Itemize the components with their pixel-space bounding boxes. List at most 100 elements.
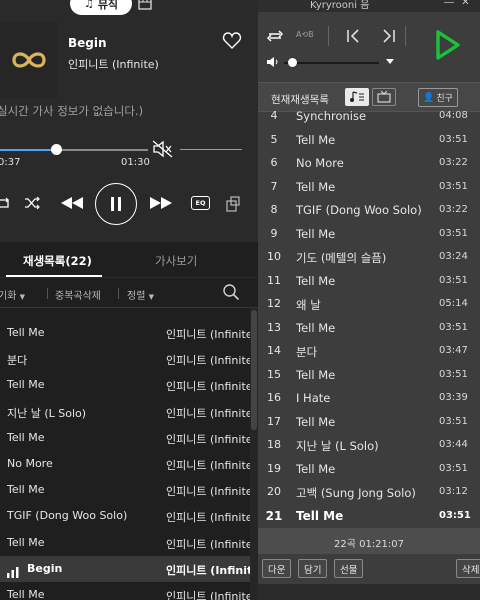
track-row[interactable]: 9 Tell Me 03:51 bbox=[258, 223, 480, 246]
track-duration: 03:51 bbox=[439, 227, 468, 239]
track-duration: 03:47 bbox=[439, 345, 468, 356]
init-menu[interactable]: 기화 ▼ bbox=[0, 287, 25, 302]
window-title: Kyryrooni 음 bbox=[310, 0, 370, 11]
pause-button[interactable] bbox=[95, 183, 137, 225]
previous-icon[interactable] bbox=[346, 29, 360, 43]
album-art[interactable] bbox=[0, 22, 57, 98]
playlist-row-artist[interactable]: 인피니트 (Infinite) bbox=[166, 509, 250, 525]
close-icon[interactable]: ✕ bbox=[461, 0, 469, 8]
repeat-icon[interactable] bbox=[0, 196, 10, 210]
shuffle-icon[interactable] bbox=[24, 196, 41, 210]
track-row[interactable]: 19 Tell Me 03:51 bbox=[258, 458, 480, 481]
playlist-row-artist[interactable]: 인피니트 (Infinite) bbox=[166, 588, 250, 600]
track-title: 기도 (메텔의 슬픔) bbox=[296, 251, 387, 265]
track-row[interactable]: 11 Tell Me 03:51 bbox=[258, 270, 480, 293]
playlist-row[interactable]: Tell Me 인피니트 (Infinite) bbox=[0, 582, 258, 600]
playlist-row[interactable]: 분다 인피니트 (Infinite) bbox=[0, 346, 258, 372]
progress-thumb[interactable] bbox=[51, 144, 62, 155]
playlist-row[interactable]: Tell Me 인피니트 (Infinite) bbox=[0, 530, 258, 556]
search-icon[interactable] bbox=[222, 283, 240, 301]
playlist-row[interactable]: Tell Me 인피니트 (Infinite) bbox=[0, 425, 258, 451]
playlist-row[interactable]: Begin 인피니트 (Infinite) bbox=[0, 555, 258, 582]
track-row[interactable]: 12 왜 날 05:14 bbox=[258, 293, 480, 316]
track-title: 고백 (Sung Jong Solo) bbox=[296, 486, 416, 500]
eq-button[interactable]: EQ bbox=[191, 196, 210, 210]
track-number: 9 bbox=[270, 226, 278, 240]
infinity-logo-icon bbox=[11, 52, 46, 68]
playlist-scrollbar-thumb[interactable] bbox=[251, 310, 257, 430]
volume-slider[interactable] bbox=[284, 62, 379, 64]
gift-button[interactable]: 선물 bbox=[334, 559, 364, 578]
music-list-mode-button[interactable] bbox=[345, 88, 369, 106]
track-row[interactable]: 13 Tell Me 03:51 bbox=[258, 317, 480, 340]
panel-bottom-edge bbox=[258, 584, 480, 600]
minimize-icon[interactable]: ― bbox=[444, 0, 454, 8]
playlist-row[interactable]: Tell Me 인피니트 (Infinite) bbox=[0, 320, 258, 346]
video-tab-icon[interactable] bbox=[136, 0, 154, 13]
volume-slider[interactable] bbox=[180, 149, 242, 150]
track-row[interactable]: 14 분다 03:47 bbox=[258, 340, 480, 363]
sort-menu[interactable]: 정렬 ▼ bbox=[127, 287, 154, 302]
track-row[interactable]: 16 I Hate 03:39 bbox=[258, 387, 480, 410]
track-row[interactable]: 18 지난 날 (L Solo) 03:44 bbox=[258, 434, 480, 457]
music-tab[interactable]: ♫ 뮤직 bbox=[70, 0, 132, 15]
repeat-icon[interactable] bbox=[266, 29, 284, 43]
playlist-row[interactable]: 지난 날 (L Solo) 인피니트 (Infinite) bbox=[0, 399, 258, 425]
track-row[interactable]: 8 TGIF (Dong Woo Solo) 03:22 bbox=[258, 199, 480, 222]
track-row[interactable]: 20 고백 (Sung Jong Solo) 03:12 bbox=[258, 481, 480, 504]
song-artist[interactable]: 인피니트 (Infinite) bbox=[68, 56, 159, 72]
playlist-row-artist[interactable]: 인피니트 (Infinite) bbox=[166, 457, 250, 473]
volume-icon[interactable] bbox=[266, 56, 280, 68]
playlist-row[interactable]: Tell Me 인피니트 (Infinite) bbox=[0, 477, 258, 503]
track-title: Synchronise bbox=[296, 109, 367, 123]
track-row[interactable]: 4 Synchronise 04:08 bbox=[258, 105, 480, 128]
play-icon[interactable] bbox=[435, 29, 461, 61]
track-row[interactable]: 15 Tell Me 03:51 bbox=[258, 364, 480, 387]
track-row[interactable]: 17 Tell Me 03:51 bbox=[258, 411, 480, 434]
ab-repeat-button[interactable]: A⟲B bbox=[296, 30, 314, 39]
heart-icon[interactable] bbox=[222, 31, 242, 51]
track-row[interactable]: 21 Tell Me 03:51 bbox=[258, 505, 480, 528]
track-duration: 03:44 bbox=[439, 439, 468, 450]
remove-duplicates-button[interactable]: 중복곡삭제 bbox=[55, 287, 101, 302]
playlist-row-title: Tell Me bbox=[7, 483, 45, 497]
track-duration: 03:51 bbox=[439, 180, 468, 192]
tab-playlist[interactable]: 재생목록(22) bbox=[23, 253, 92, 269]
next-icon[interactable] bbox=[149, 196, 173, 210]
track-row[interactable]: 5 Tell Me 03:51 bbox=[258, 129, 480, 152]
playlist-row-artist[interactable]: 인피니트 (Infinite) bbox=[166, 562, 250, 578]
window-buttons[interactable]: ― ✕ bbox=[444, 0, 470, 8]
track-row[interactable]: 6 No More 03:22 bbox=[258, 152, 480, 175]
track-row[interactable]: 7 Tell Me 03:51 bbox=[258, 176, 480, 199]
volume-thumb[interactable] bbox=[288, 58, 297, 67]
playlist-row-title: Tell Me bbox=[7, 326, 45, 339]
previous-icon[interactable] bbox=[60, 196, 84, 210]
delete-button[interactable]: 삭제 bbox=[456, 559, 480, 578]
current-time: 0:37 bbox=[0, 157, 21, 168]
playlist-row[interactable]: Tell Me 인피니트 (Infinite) bbox=[0, 372, 258, 398]
mini-player-icon[interactable] bbox=[226, 196, 240, 212]
playlist-row-artist[interactable]: 인피니트 (Infinite) bbox=[166, 536, 250, 552]
chevron-down-icon[interactable] bbox=[386, 57, 394, 65]
video-list-mode-button[interactable] bbox=[372, 88, 396, 106]
playlist-row-title: Tell Me bbox=[7, 588, 45, 600]
add-button[interactable]: 담기 bbox=[298, 559, 328, 578]
playlist-row-artist[interactable]: 인피니트 (Infinite) bbox=[166, 378, 250, 394]
playlist-row-artist[interactable]: 인피니트 (Infinite) bbox=[166, 405, 250, 421]
friend-button-label: 친구 bbox=[436, 94, 453, 104]
track-title: Tell Me bbox=[296, 273, 336, 288]
track-title: Tell Me bbox=[296, 132, 336, 147]
playlist-row[interactable]: No More 인피니트 (Infinite) bbox=[0, 451, 258, 477]
download-button[interactable]: 다운 bbox=[262, 559, 292, 578]
mute-icon[interactable] bbox=[152, 140, 174, 158]
track-number: 13 bbox=[267, 320, 281, 334]
playlist-row[interactable]: TGIF (Dong Woo Solo) 인피니트 (Infinite) bbox=[0, 503, 258, 529]
next-icon[interactable] bbox=[382, 29, 396, 43]
total-time: 01:30 bbox=[121, 157, 150, 168]
tab-lyrics[interactable]: 가사보기 bbox=[155, 253, 197, 269]
playlist-row-artist[interactable]: 인피니트 (Infinite) bbox=[166, 483, 250, 499]
playlist-row-artist[interactable]: 인피니트 (Infinite) bbox=[166, 326, 250, 342]
track-row[interactable]: 10 기도 (메텔의 슬픔) 03:24 bbox=[258, 246, 480, 269]
playlist-row-artist[interactable]: 인피니트 (Infinite) bbox=[166, 352, 250, 368]
playlist-row-artist[interactable]: 인피니트 (Infinite) bbox=[166, 431, 250, 447]
